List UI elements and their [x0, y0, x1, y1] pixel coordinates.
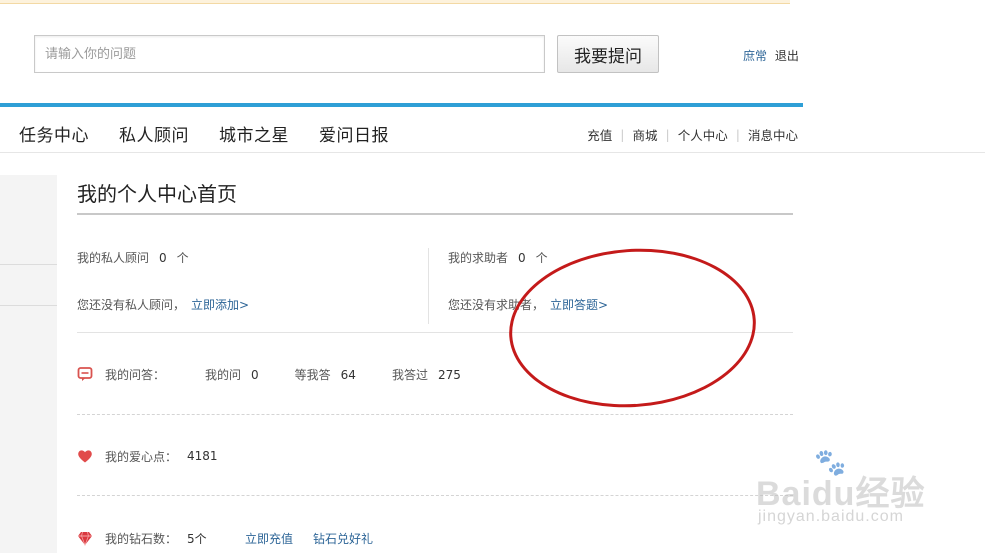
user-area: 庶常 退出	[743, 47, 799, 64]
qa-item-waiting[interactable]: 等我答 64	[295, 366, 356, 383]
logout-link[interactable]: 退出	[775, 49, 799, 63]
nav-separator: |	[620, 127, 625, 142]
nav-item-task-center[interactable]: 任务中心	[19, 121, 89, 146]
helper-unit: 个	[535, 251, 548, 265]
ask-question-button[interactable]: 我要提问	[557, 35, 659, 73]
nav-separator: |	[665, 127, 670, 142]
qa-item-label: 我的问	[205, 367, 242, 382]
advisor-label: 我的私人顾问	[77, 251, 150, 265]
qa-item-label: 等我答	[294, 367, 331, 382]
qa-item-value: 0	[251, 367, 259, 382]
nav-item-city-star[interactable]: 城市之星	[219, 121, 289, 146]
nav-divider-extension	[803, 152, 985, 153]
paw-icon: 🐾	[814, 448, 847, 478]
love-points-row: 我的爱心点： 4181	[77, 446, 218, 466]
advisor-empty-state: 您还没有私人顾问， 立即添加>	[77, 296, 249, 313]
love-value: 4181	[187, 449, 218, 463]
nav-link-mall[interactable]: 商城	[633, 125, 658, 144]
qa-item-value: 64	[340, 367, 356, 382]
helper-summary: 我的求助者 0 个	[448, 249, 548, 266]
main-nav: 任务中心 私人顾问 城市之星 爱问日报 充值 | 商城 | 个人中心 | 消息中…	[0, 103, 803, 153]
watermark-url: jingyan.baidu.com	[758, 508, 904, 525]
search-input[interactable]	[34, 35, 545, 73]
diamond-icon	[77, 530, 93, 547]
diamond-value: 5个	[187, 531, 207, 546]
username-link[interactable]: 庶常	[743, 49, 767, 63]
helper-label: 我的求助者	[448, 251, 509, 265]
heart-icon	[77, 448, 93, 464]
love-label: 我的爱心点：	[105, 449, 178, 464]
diamond-row: 我的钻石数： 5个 立即充值 钻石兑好礼	[77, 528, 373, 548]
advisor-empty-text: 您还没有私人顾问，	[77, 298, 186, 312]
nav-main-links: 任务中心 私人顾问 城市之星 爱问日报	[19, 121, 419, 146]
advisor-summary: 我的私人顾问 0 个	[77, 249, 189, 266]
nav-separator: |	[735, 127, 740, 142]
chat-bubble-icon	[77, 366, 93, 382]
section-divider	[77, 414, 793, 415]
qa-item-label: 我答过	[391, 367, 428, 382]
section-divider	[77, 495, 793, 496]
nav-link-messages[interactable]: 消息中心	[748, 125, 798, 144]
top-notice-strip	[0, 0, 790, 4]
nav-link-recharge[interactable]: 充值	[587, 125, 612, 144]
title-divider	[77, 213, 793, 215]
page-title: 我的个人中心首页	[77, 182, 237, 206]
watermark-brand: Baidu经验	[756, 475, 926, 513]
nav-item-daily[interactable]: 爱问日报	[319, 121, 389, 146]
diamond-label: 我的钻石数：	[105, 531, 178, 546]
add-advisor-link[interactable]: 立即添加>	[191, 298, 249, 312]
advisor-unit: 个	[176, 251, 189, 265]
helper-empty-text: 您还没有求助者，	[448, 298, 545, 312]
nav-link-personal-center[interactable]: 个人中心	[678, 125, 728, 144]
section-divider	[77, 332, 793, 333]
helper-empty-state: 您还没有求助者， 立即答题>	[448, 296, 608, 313]
advisor-count: 0	[159, 251, 167, 265]
qa-item-value: 275	[437, 367, 461, 382]
qa-item-asked[interactable]: 我的问 0	[205, 366, 259, 383]
answer-now-link[interactable]: 立即答题>	[550, 298, 608, 312]
sidebar-divider	[0, 305, 57, 306]
nav-divider	[0, 152, 803, 153]
diamond-exchange-link[interactable]: 钻石兑好礼	[313, 530, 373, 547]
baidu-jingyan-watermark: 🐾 Baidu经验 jingyan.baidu.com	[752, 448, 942, 528]
nav-item-private-advisor[interactable]: 私人顾问	[119, 121, 189, 146]
sidebar-divider	[0, 264, 57, 265]
qa-item-answered[interactable]: 我答过 275	[392, 366, 461, 383]
nav-sub-links: 充值 | 商城 | 个人中心 | 消息中心	[587, 125, 798, 144]
annotation-circle	[503, 240, 762, 416]
section-divider	[428, 248, 429, 324]
recharge-link[interactable]: 立即充值	[245, 530, 293, 547]
left-sidebar	[0, 175, 57, 553]
qa-label: 我的问答：	[105, 367, 166, 382]
helper-count: 0	[518, 251, 526, 265]
qa-stats-row: 我的问答： 我的问 0 等我答 64 我答过 275	[77, 364, 497, 384]
